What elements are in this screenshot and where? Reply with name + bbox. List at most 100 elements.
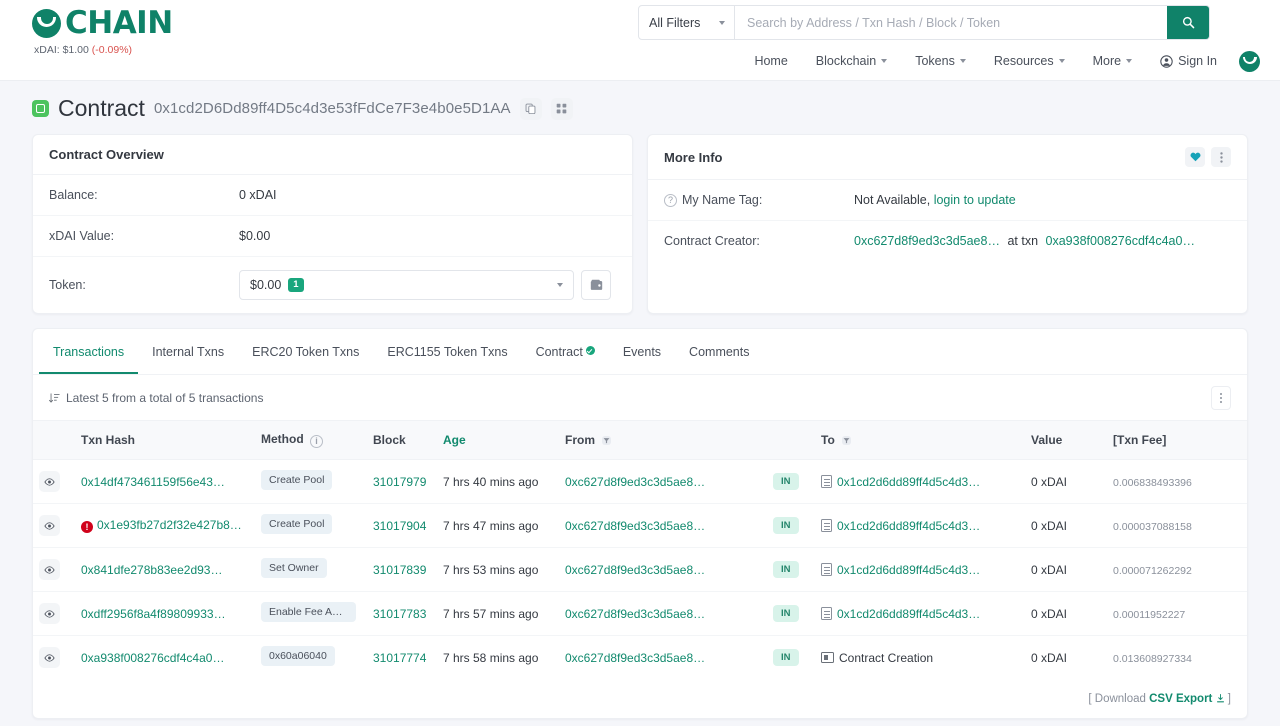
- txn-hash-link[interactable]: 0x14df473461159f56e43…: [81, 475, 225, 489]
- tab-erc1155-token-txns[interactable]: ERC1155 Token Txns: [373, 329, 521, 374]
- contract-overview-title: Contract Overview: [33, 135, 632, 175]
- brand-name: CHAIN: [65, 5, 173, 41]
- tab-transactions[interactable]: Transactions: [39, 329, 139, 374]
- token-select[interactable]: $0.00 1: [239, 270, 574, 300]
- txn-hash-link[interactable]: 0xdff2956f8a4f89809933…: [81, 607, 226, 621]
- search-filter-label: All Filters: [649, 15, 701, 30]
- tab-erc20-token-txns[interactable]: ERC20 Token Txns: [238, 329, 373, 374]
- wallet-button[interactable]: [581, 270, 611, 300]
- brand-block[interactable]: CHAIN xDAI: $1.00 (-0.09%): [32, 5, 173, 56]
- user-avatar-icon[interactable]: [1239, 50, 1260, 72]
- search-filter-select[interactable]: All Filters: [639, 6, 735, 39]
- contract-doc-icon: [821, 475, 832, 488]
- method-badge: 0x60a06040: [261, 646, 335, 666]
- th-age[interactable]: Age: [437, 420, 559, 460]
- th-block[interactable]: Block: [367, 420, 437, 460]
- from-address-link[interactable]: 0xc627d8f9ed3c3d5ae8…: [565, 563, 705, 577]
- copy-icon[interactable]: [519, 97, 542, 120]
- table-options-button[interactable]: [1211, 386, 1231, 410]
- tab-label: Transactions: [53, 345, 125, 359]
- block-link[interactable]: 31017979: [373, 475, 426, 489]
- txn-hash-link[interactable]: 0x841dfe278b83ee2d93…: [81, 563, 222, 577]
- th-txn-hash[interactable]: Txn Hash: [75, 420, 255, 460]
- eye-icon[interactable]: [39, 647, 60, 668]
- tab-contract[interactable]: Contract: [522, 329, 609, 374]
- txn-fee: 0.00011952227: [1113, 608, 1186, 621]
- nav-item-tokens[interactable]: Tokens: [901, 48, 980, 74]
- from-address-link[interactable]: 0xc627d8f9ed3c3d5ae8…: [565, 607, 705, 621]
- block-link[interactable]: 31017904: [373, 519, 426, 533]
- value-amount: 0 xDAI: [1031, 562, 1068, 577]
- kebab-menu-icon[interactable]: [1211, 147, 1231, 167]
- nav-item-resources[interactable]: Resources: [980, 48, 1079, 74]
- nav-item-more[interactable]: More: [1079, 48, 1146, 74]
- nav-label: Resources: [993, 54, 1054, 68]
- block-link[interactable]: 31017783: [373, 607, 426, 621]
- login-to-update-link[interactable]: login to update: [934, 193, 1016, 207]
- from-address-link[interactable]: 0xc627d8f9ed3c3d5ae8…: [565, 519, 705, 533]
- method-badge: Set Owner: [261, 558, 327, 578]
- th-to: To: [815, 420, 1025, 460]
- value-amount: 0 xDAI: [1031, 474, 1068, 489]
- filter-icon[interactable]: [842, 436, 852, 445]
- block-link[interactable]: 31017839: [373, 563, 426, 577]
- to-address-link[interactable]: 0x1cd2d6dd89ff4d5c4d3…: [837, 475, 980, 489]
- search-input[interactable]: [735, 6, 1167, 39]
- eye-icon[interactable]: [39, 515, 60, 536]
- th-from: From: [559, 420, 767, 460]
- block-link[interactable]: 31017774: [373, 651, 426, 665]
- download-icon[interactable]: [1216, 694, 1225, 703]
- filter-icon[interactable]: [602, 436, 612, 445]
- creation-txn-link[interactable]: 0xa938f008276cdf4c4a0…: [1046, 234, 1195, 248]
- nav-label: More: [1092, 54, 1122, 68]
- csv-export-link[interactable]: CSV Export: [1149, 693, 1212, 705]
- eye-icon[interactable]: [39, 559, 60, 580]
- user-circle-icon: [1160, 54, 1173, 68]
- table-summary: Latest 5 from a total of 5 transactions: [66, 391, 264, 405]
- tab-internal-txns[interactable]: Internal Txns: [138, 329, 238, 374]
- at-txn-text: at txn: [1007, 234, 1039, 248]
- nav-item-home[interactable]: Home: [740, 48, 801, 74]
- search-button[interactable]: [1167, 6, 1209, 39]
- tab-events[interactable]: Events: [609, 329, 675, 374]
- txn-hash-link[interactable]: 0xa938f008276cdf4c4a0…: [81, 651, 224, 665]
- contract-doc-icon: [821, 607, 832, 620]
- info-circle-icon[interactable]: i: [310, 435, 323, 448]
- tab-comments[interactable]: Comments: [675, 329, 763, 374]
- to-address-link[interactable]: 0x1cd2d6dd89ff4d5c4d3…: [837, 563, 980, 577]
- from-address-link[interactable]: 0xc627d8f9ed3c3d5ae8…: [565, 475, 705, 489]
- chevron-down-icon: [557, 283, 563, 287]
- nav-item-sign-in[interactable]: Sign In: [1146, 48, 1231, 74]
- chevron-down-icon: [719, 20, 725, 25]
- to-address-link[interactable]: 0x1cd2d6dd89ff4d5c4d3…: [837, 519, 980, 533]
- contract-creation-icon: [821, 652, 834, 663]
- txn-hash-link[interactable]: 0x1e93fb27d2f32e427b8…: [97, 518, 242, 532]
- creator-address-link[interactable]: 0xc627d8f9ed3c3d5ae8…: [854, 234, 1000, 248]
- page-header: Contract 0x1cd2D6Dd89ff4D5c4d3e53fFdCe7F…: [0, 81, 1280, 134]
- contract-address: 0x1cd2D6Dd89ff4D5c4d3e53fFdCe7F3e4b0e5D1…: [153, 100, 511, 117]
- tab-label: ERC1155 Token Txns: [387, 345, 508, 359]
- more-info-title: More Info: [664, 149, 723, 165]
- eye-icon[interactable]: [39, 471, 60, 492]
- sort-descending-icon[interactable]: [49, 392, 60, 404]
- kebab-menu-icon: [1219, 396, 1223, 400]
- from-address-link[interactable]: 0xc627d8f9ed3c3d5ae8…: [565, 651, 705, 665]
- nav-label: Blockchain: [815, 54, 877, 68]
- contract-doc-icon: [821, 519, 832, 532]
- transactions-panel: Transactions Internal Txns ERC20 Token T…: [32, 328, 1248, 719]
- question-circle-icon[interactable]: ?: [664, 193, 677, 207]
- search-bar: All Filters: [638, 5, 1210, 40]
- eye-icon[interactable]: [39, 603, 60, 624]
- heart-icon[interactable]: [1185, 147, 1205, 167]
- to-address-link[interactable]: 0x1cd2d6dd89ff4d5c4d3…: [837, 607, 980, 621]
- nav-item-blockchain[interactable]: Blockchain: [802, 48, 901, 74]
- token-value: $0.00: [250, 278, 282, 292]
- panel-tabs: Transactions Internal Txns ERC20 Token T…: [33, 329, 1247, 375]
- direction-badge: IN: [773, 605, 799, 622]
- wallet-icon: [590, 279, 602, 290]
- qr-code-icon[interactable]: [550, 97, 573, 120]
- tab-label: Events: [622, 345, 662, 359]
- table-row: 0xa938f008276cdf4c4a0… 0x60a06040 310177…: [33, 636, 1247, 680]
- logo[interactable]: CHAIN: [32, 5, 173, 41]
- direction-badge: IN: [773, 473, 799, 490]
